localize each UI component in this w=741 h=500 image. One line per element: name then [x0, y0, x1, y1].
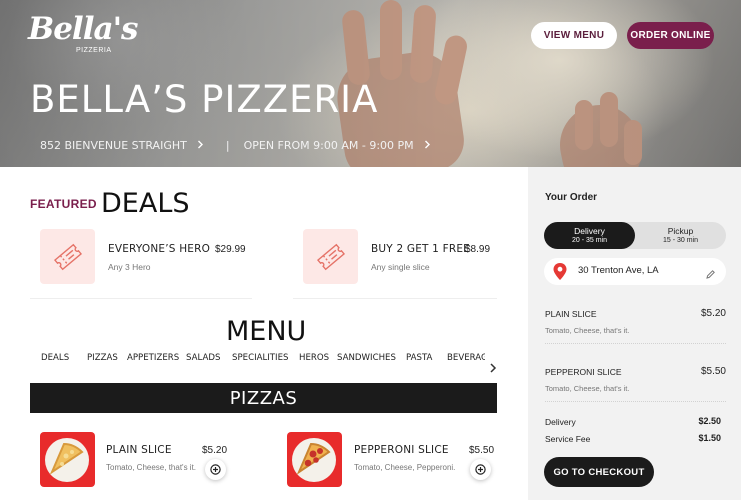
chevron-right-icon	[424, 139, 431, 152]
item-name: PEPPERONI SLICE	[354, 444, 449, 456]
deals-heading: DEALS	[101, 188, 190, 219]
hero-banner: Bella's PIZZERIA VIEW MENU ORDER ONLINE …	[0, 0, 741, 167]
chevron-right-icon[interactable]	[489, 362, 497, 376]
service-fee-value: $1.50	[698, 433, 721, 443]
order-title: Your Order	[545, 192, 598, 203]
deal-card[interactable]: BUY 2 GET 1 FREE $8.99 Any single slice	[303, 229, 503, 285]
tab-pizzas[interactable]: PIZZAS	[87, 353, 118, 363]
item-price: $5.50	[469, 445, 495, 456]
item-name: PLAIN SLICE	[106, 444, 172, 456]
deal-name: BUY 2 GET 1 FREE	[371, 243, 471, 255]
deal-card[interactable]: EVERYONE’S HERO $29.99 Any 3 Hero	[40, 229, 260, 285]
tab-beverages[interactable]: BEVERAGES	[447, 353, 485, 363]
delivery-label: Delivery	[574, 226, 605, 236]
order-line-description: Tomato, Cheese, that's it.	[545, 326, 630, 335]
menu-heading: MENU	[226, 316, 307, 347]
ticket-icon	[40, 229, 95, 284]
delivery-pickup-toggle: Delivery 20 - 35 min Pickup 15 - 30 min	[544, 222, 726, 249]
tab-heros[interactable]: HEROS	[299, 353, 329, 363]
pizza-slice-image	[40, 432, 95, 487]
item-description: Tomato, Cheese, that's it.	[106, 463, 197, 472]
order-online-button[interactable]: ORDER ONLINE	[627, 22, 714, 49]
logo-subtitle: PIZZERIA	[76, 47, 112, 54]
order-line-name: PEPPERONI SLICE	[545, 367, 622, 377]
deal-subtitle: Any single slice	[371, 262, 430, 272]
address-text: 30 Trenton Ave, LA	[578, 265, 659, 276]
tab-appetizers[interactable]: APPETIZERS	[127, 353, 179, 363]
pickup-option[interactable]: Pickup 15 - 30 min	[635, 222, 726, 249]
divider	[30, 298, 252, 299]
item-price: $5.20	[202, 445, 228, 456]
tab-pasta[interactable]: PASTA	[406, 353, 432, 363]
tab-sandwiches[interactable]: SANDWICHES	[337, 353, 396, 363]
divider	[293, 298, 497, 299]
service-fee-label: Service Fee	[545, 434, 591, 444]
restaurant-title: BELLA’S PIZZERIA	[30, 78, 379, 121]
ticket-icon	[303, 229, 358, 284]
order-line-price: $5.50	[700, 366, 726, 377]
deal-subtitle: Any 3 Hero	[108, 262, 151, 272]
delivery-fee-label: Delivery	[545, 417, 576, 427]
view-menu-button[interactable]: VIEW MENU	[531, 22, 617, 49]
order-line-name: PLAIN SLICE	[545, 309, 597, 319]
location-pin-icon	[552, 262, 568, 285]
checkout-button[interactable]: GO TO CHECKOUT	[544, 457, 654, 487]
logo-script: Bella's	[28, 11, 139, 47]
order-panel: Your Order Delivery 20 - 35 min Pickup 1…	[528, 167, 741, 500]
tab-salads[interactable]: SALADS	[186, 353, 220, 363]
address-link[interactable]: 852 BIENVENUE STRAIGHT	[40, 139, 187, 152]
item-description: Tomato, Cheese, Pepperoni.	[354, 463, 456, 472]
pizza-slice-image	[287, 432, 342, 487]
deal-price: $8.99	[465, 244, 491, 255]
hours-link[interactable]: OPEN FROM 9:00 AM - 9:00 PM	[244, 139, 414, 152]
menu-item-card[interactable]: PLAIN SLICE $5.20 Tomato, Cheese, that's…	[40, 432, 240, 492]
order-line-description: Tomato, Cheese, that's it.	[545, 384, 630, 393]
edit-pencil-icon[interactable]	[705, 265, 716, 284]
deal-name: EVERYONE’S HERO	[108, 243, 211, 255]
order-line-price: $5.20	[700, 308, 726, 319]
menu-category-tabs: DEALS PIZZAS APPETIZERS SALADS SPECIALIT…	[41, 353, 485, 367]
add-item-button[interactable]	[470, 459, 491, 480]
delivery-fee-value: $2.50	[698, 416, 721, 426]
tab-specialities[interactable]: SPECIALITIES	[232, 353, 288, 363]
delivery-option[interactable]: Delivery 20 - 35 min	[544, 222, 635, 249]
restaurant-info: 852 BIENVENUE STRAIGHT | OPEN FROM 9:00 …	[40, 139, 431, 152]
plus-circle-icon	[210, 464, 221, 475]
divider	[545, 343, 726, 344]
featured-tag: FEATURED	[30, 197, 97, 211]
delivery-address-field[interactable]: 30 Trenton Ave, LA	[544, 258, 726, 285]
brand-logo[interactable]: Bella's PIZZERIA	[28, 11, 139, 58]
delivery-time: 20 - 35 min	[571, 237, 608, 244]
pickup-label: Pickup	[667, 226, 694, 236]
menu-item-card[interactable]: PEPPERONI SLICE $5.50 Tomato, Cheese, Pe…	[287, 432, 497, 492]
divider	[545, 401, 726, 402]
info-separator: |	[225, 139, 230, 152]
plus-circle-icon	[475, 464, 486, 475]
chevron-right-icon	[197, 139, 204, 152]
deal-price: $29.99	[215, 244, 246, 255]
tab-deals[interactable]: DEALS	[41, 353, 69, 363]
pickup-time: 15 - 30 min	[662, 237, 699, 244]
add-item-button[interactable]	[205, 459, 226, 480]
section-title: PIZZAS	[30, 383, 497, 413]
